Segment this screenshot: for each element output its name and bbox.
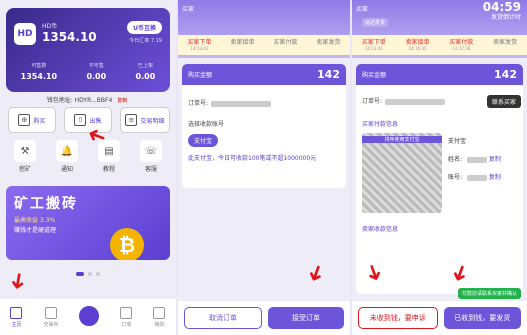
step: 买家付款 — [273, 39, 298, 46]
countdown-label: 发货倒计时 — [490, 14, 521, 21]
stat-listed: 已上架 0.00 — [135, 63, 156, 81]
bell-icon: 🔔 — [56, 140, 78, 162]
exchange-icon — [44, 306, 57, 319]
order-number: 订单号: — [182, 95, 346, 110]
wallet-address: 钱包地址: HDYR...BBF4 复制 — [46, 97, 130, 104]
bottom-tabbar: 主页 交易中 订单 我的 — [0, 299, 176, 335]
exchange-rate: 今日汇率 7.19 — [129, 38, 162, 44]
hd-label: HD币 — [42, 23, 58, 30]
promo-banner[interactable]: 矿工搬砖 最高收益 3.3% 赚钱才是硬道理 ₿ — [6, 186, 170, 260]
cart-icon: ⊕ — [18, 114, 31, 126]
choose-account-label: 选择收款账号 — [188, 121, 225, 128]
limit-note: 此支付宝，今日可收款100笔或不超1000000元 — [188, 155, 317, 162]
headset-icon: ☏ — [140, 140, 162, 162]
tab-orders[interactable]: 订单 — [120, 306, 133, 328]
contact-buyer-button[interactable]: 联系买家 — [486, 95, 521, 108]
balance-card: HD HD币 1354.10 U币互换 今日汇率 7.19 可售数 1354.10… — [6, 8, 170, 92]
arrow-annotation: ➜ — [3, 269, 32, 293]
action-bar: 未收到钱，要申诉 已收到钱，要发货 — [352, 301, 527, 335]
step: 买家付款 14:17:28 — [449, 39, 474, 51]
buyer-pay-info: 买家付款信息 — [362, 121, 399, 128]
amount-value: 142 — [494, 68, 517, 81]
order-icon — [120, 306, 133, 319]
swap-button[interactable]: U币互换 — [127, 21, 162, 34]
qr-code: 排序使用支付宝 — [362, 133, 442, 213]
trade-detail-button[interactable]: ≡ 交易明细 — [120, 107, 170, 133]
tab-trading[interactable]: 交易中 — [43, 306, 58, 328]
bitcoin-icon: ₿ — [110, 228, 144, 260]
user-icon — [153, 306, 166, 319]
tab-home[interactable]: 主页 — [10, 306, 23, 328]
stat-saleable: 可售数 1354.10 — [20, 63, 58, 81]
cancel-order-button[interactable]: 取消订单 — [184, 307, 262, 329]
delay-tag[interactable]: 延迟发货 — [362, 18, 389, 27]
scan-icon — [79, 306, 100, 326]
order-card: 购买金额 142 订单号: 选择收款账号 支付宝 此支付宝，今日可收款100笔或不… — [182, 64, 346, 188]
header-label: 买家 — [182, 6, 195, 13]
hd-balance: 1354.10 — [42, 30, 97, 44]
action-bar: 取消订单 接受订单 — [178, 301, 350, 335]
step: 买家下单 14:13:41 — [361, 39, 386, 51]
quick-tutorial[interactable]: ▤ 教程 — [98, 140, 120, 173]
appeal-button[interactable]: 未收到钱，要申诉 — [358, 307, 438, 329]
ship-screen: 买家 04:59 发货倒计时 延迟发货 买家下单 14:13:41 卖家接单 14:… — [352, 0, 527, 335]
quick-support[interactable]: ☏ 客服 — [140, 140, 162, 173]
home-icon — [10, 306, 23, 319]
pay-method: 支付宝 — [448, 138, 467, 145]
copy-name-button[interactable]: 复制 — [489, 156, 501, 163]
seller-collect-info: 卖家收款信息 — [362, 226, 399, 233]
amount-label: 购买金额 — [188, 72, 213, 79]
copy-account-button[interactable]: 复制 — [489, 174, 501, 181]
step: 卖家发货 — [316, 39, 341, 46]
tip-label: 付款前请联系买家并确认 — [457, 288, 521, 299]
amount-label: 购买金额 — [362, 72, 387, 79]
list-icon: ≡ — [125, 114, 138, 126]
banner-title: 矿工搬砖 — [14, 196, 78, 212]
pay-method-alipay[interactable]: 支付宝 — [188, 134, 219, 147]
stat-unsaleable: 不可售 0.00 — [86, 63, 107, 81]
home-screen: HD HD币 1354.10 U币互换 今日汇率 7.19 可售数 1354.10… — [0, 0, 176, 335]
step: 卖家发货 — [493, 39, 518, 46]
amount-value: 142 — [317, 68, 340, 81]
step: 买家下单 14:13:41 — [187, 39, 212, 51]
confirm-ship-button[interactable]: 已收到钱，要发货 — [443, 307, 521, 329]
accept-order-screen: 买家 买家下单 14:13:41 卖家接单 买家付款 卖家发货 购买金额 142 订… — [178, 0, 350, 335]
header-label: 买家 — [356, 6, 369, 13]
tab-scan[interactable] — [79, 306, 100, 328]
account-row: 账号: 复制 — [448, 174, 501, 181]
accept-order-button[interactable]: 接受订单 — [268, 307, 344, 329]
buy-button[interactable]: ⊕ 购买 — [8, 107, 56, 133]
banner-sub2: 赚钱才是硬道理 — [14, 227, 57, 234]
step: 卖家接单 14:16:45 — [405, 39, 430, 51]
tag-icon: ⇧ — [74, 114, 87, 126]
step: 卖家接单 — [230, 39, 255, 46]
book-icon: ▤ — [98, 140, 120, 162]
order-progress: 买家下单 14:13:41 卖家接单 14:16:45 买家付款 14:17:28 卖… — [352, 35, 527, 55]
order-progress: 买家下单 14:13:41 卖家接单 买家付款 卖家发货 — [178, 35, 350, 55]
banner-sub1: 最高收益 3.3% — [14, 217, 56, 224]
arrow-annotation: ➜ — [300, 260, 331, 287]
quick-notice[interactable]: 🔔 通知 — [56, 140, 78, 173]
pickaxe-icon: ⚒ — [14, 140, 36, 162]
copy-button[interactable]: 复制 — [115, 97, 130, 104]
tab-mine[interactable]: 我的 — [153, 306, 166, 328]
quick-mining[interactable]: ⚒ 挖矿 — [14, 140, 36, 173]
hd-logo-icon: HD — [14, 23, 36, 45]
name-row: 姓名: 复制 — [448, 156, 501, 163]
